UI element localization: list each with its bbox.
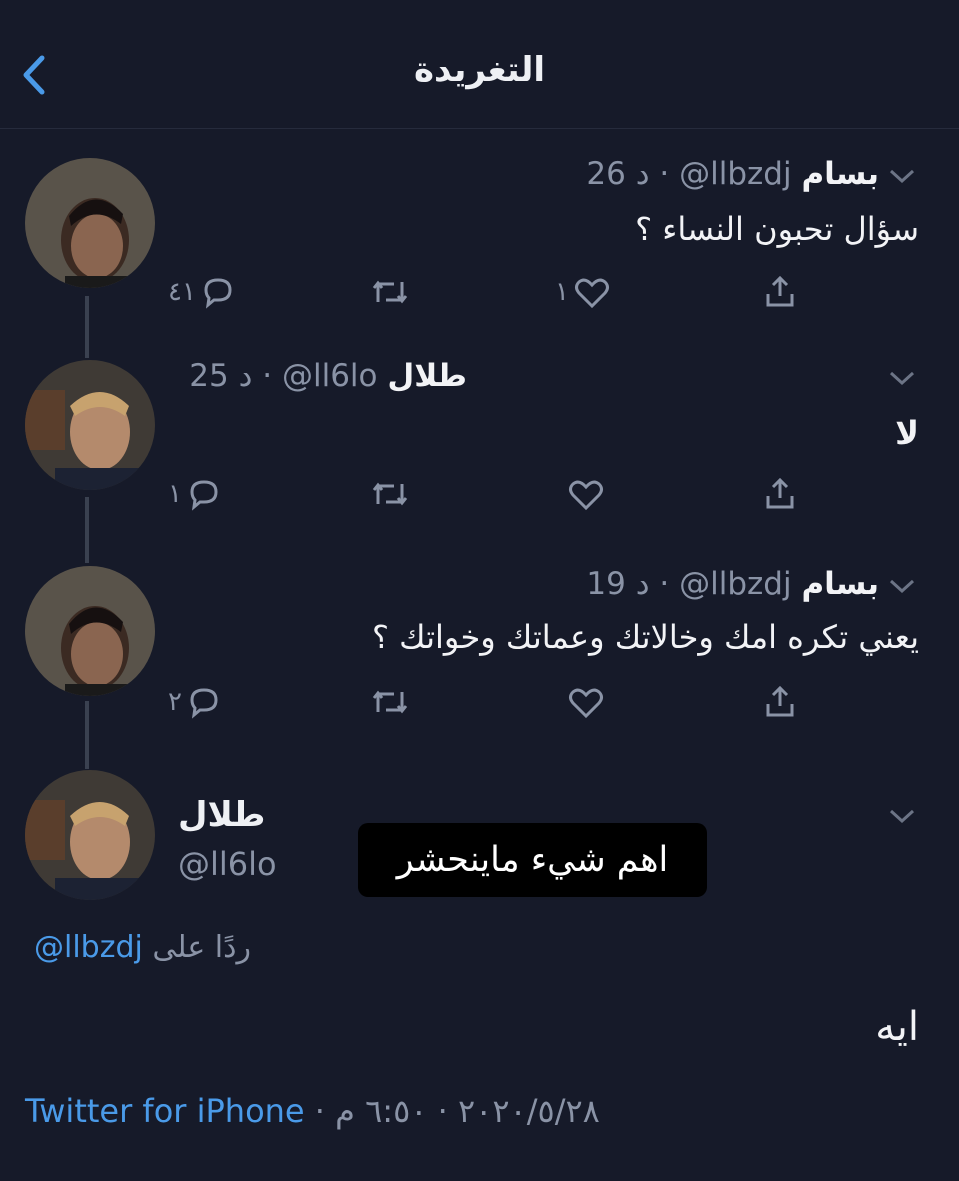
tweet-meta: 19 د · @llbzdj بسام <box>586 566 879 602</box>
avatar[interactable] <box>25 566 155 696</box>
tweet-author-name[interactable]: بسام <box>801 156 879 192</box>
like-button[interactable] <box>567 472 605 516</box>
retweet-icon <box>372 280 408 304</box>
reply-count: ٤١ <box>168 277 196 307</box>
reply-to-mention[interactable]: @llbzdj <box>34 930 143 965</box>
tweet-clock-time: ٦:٥٠ م <box>335 1092 428 1130</box>
reply-tweet[interactable]: 19 د · @llbzdj بسام يعني تكره امك وخالات… <box>0 560 959 740</box>
tweet-time: 19 د <box>586 566 650 602</box>
tweet-time: 26 د <box>586 156 650 192</box>
separator: · <box>437 1092 448 1130</box>
chevron-down-icon <box>889 169 915 184</box>
reply-count: ١ <box>168 479 182 509</box>
like-button[interactable]: ١ <box>555 270 611 314</box>
chevron-down-icon <box>889 579 915 594</box>
tweet-meta: 25 د · @ll6lo طلال <box>189 358 467 394</box>
header: التغريدة <box>0 0 959 129</box>
chevron-down-icon <box>889 809 915 824</box>
chevron-down-icon <box>889 371 915 386</box>
retweet-button[interactable] <box>370 680 410 724</box>
tweet-time: 25 د <box>189 358 253 394</box>
reply-button[interactable]: ٤١ <box>168 270 236 314</box>
tweet-handle[interactable]: @ll6lo <box>178 845 277 883</box>
tweet-text: يعني تكره امك وخالاتك وعماتك وخواتك ؟ <box>372 618 919 656</box>
like-button[interactable] <box>567 680 605 724</box>
like-icon <box>569 480 603 511</box>
page-title: التغريدة <box>413 50 546 90</box>
avatar[interactable] <box>25 360 155 490</box>
share-icon <box>766 477 794 509</box>
tweet-menu-button[interactable] <box>887 806 917 826</box>
like-icon <box>569 688 603 719</box>
reply-to-label: ردًا على <box>152 930 251 965</box>
retweet-button[interactable] <box>370 270 410 314</box>
tweet-handle[interactable]: @ll6lo <box>282 358 378 394</box>
overlay-caption: اهم شيء ماينحشر <box>358 823 707 897</box>
share-icon <box>766 275 794 307</box>
reply-tweet[interactable]: 26 د · @llbzdj بسام سؤال تحبون النساء ؟ … <box>0 150 959 330</box>
reply-count: ٢ <box>168 687 182 717</box>
tweet-actions: ١ <box>0 472 959 522</box>
tweet-footer: Twitter for iPhone · ٢٠٢٠/٥/٢٨ · ٦:٥٠ م <box>25 1092 600 1130</box>
tweet-meta: 26 د · @llbzdj بسام <box>586 156 879 192</box>
reply-button[interactable]: ٢ <box>168 680 222 724</box>
tweet-text: سؤال تحبون النساء ؟ <box>635 210 919 248</box>
retweet-icon <box>372 482 408 506</box>
share-button[interactable] <box>762 680 798 724</box>
reply-icon <box>190 480 218 511</box>
share-button[interactable] <box>762 270 798 314</box>
replying-to: @llbzdj ردًا على <box>34 930 251 965</box>
tweet-author-name[interactable]: طلال <box>387 358 467 394</box>
like-icon <box>574 278 609 309</box>
retweet-button[interactable] <box>370 472 410 516</box>
like-count: ١ <box>555 277 569 307</box>
separator: · <box>314 1092 325 1130</box>
tweet-date: ٢٠٢٠/٥/٢٨ <box>457 1092 600 1130</box>
tweet-actions: ٢ <box>0 680 959 730</box>
tweet-author-name[interactable]: بسام <box>801 566 879 602</box>
avatar[interactable] <box>25 770 155 900</box>
reply-icon <box>204 278 232 309</box>
tweet-source[interactable]: Twitter for iPhone <box>25 1092 305 1130</box>
reply-icon <box>190 688 218 719</box>
tweet-handle[interactable]: @llbzdj <box>679 566 791 602</box>
tweet-text: لا <box>895 414 919 452</box>
share-button[interactable] <box>762 472 798 516</box>
reply-button[interactable]: ١ <box>168 472 222 516</box>
tweet-menu-button[interactable] <box>887 166 917 186</box>
tweet-menu-button[interactable] <box>887 576 917 596</box>
tweet-text: ايه <box>875 1004 919 1050</box>
share-icon <box>766 685 794 717</box>
avatar[interactable] <box>25 158 155 288</box>
retweet-icon <box>372 690 408 714</box>
tweet-handle[interactable]: @llbzdj <box>679 156 791 192</box>
tweet-author-name[interactable]: طلال <box>178 795 265 835</box>
tweet-menu-button[interactable] <box>887 368 917 388</box>
reply-tweet[interactable]: 25 د · @ll6lo طلال لا ١ <box>0 352 959 532</box>
tweet-actions: ٤١ ١ <box>0 270 959 320</box>
